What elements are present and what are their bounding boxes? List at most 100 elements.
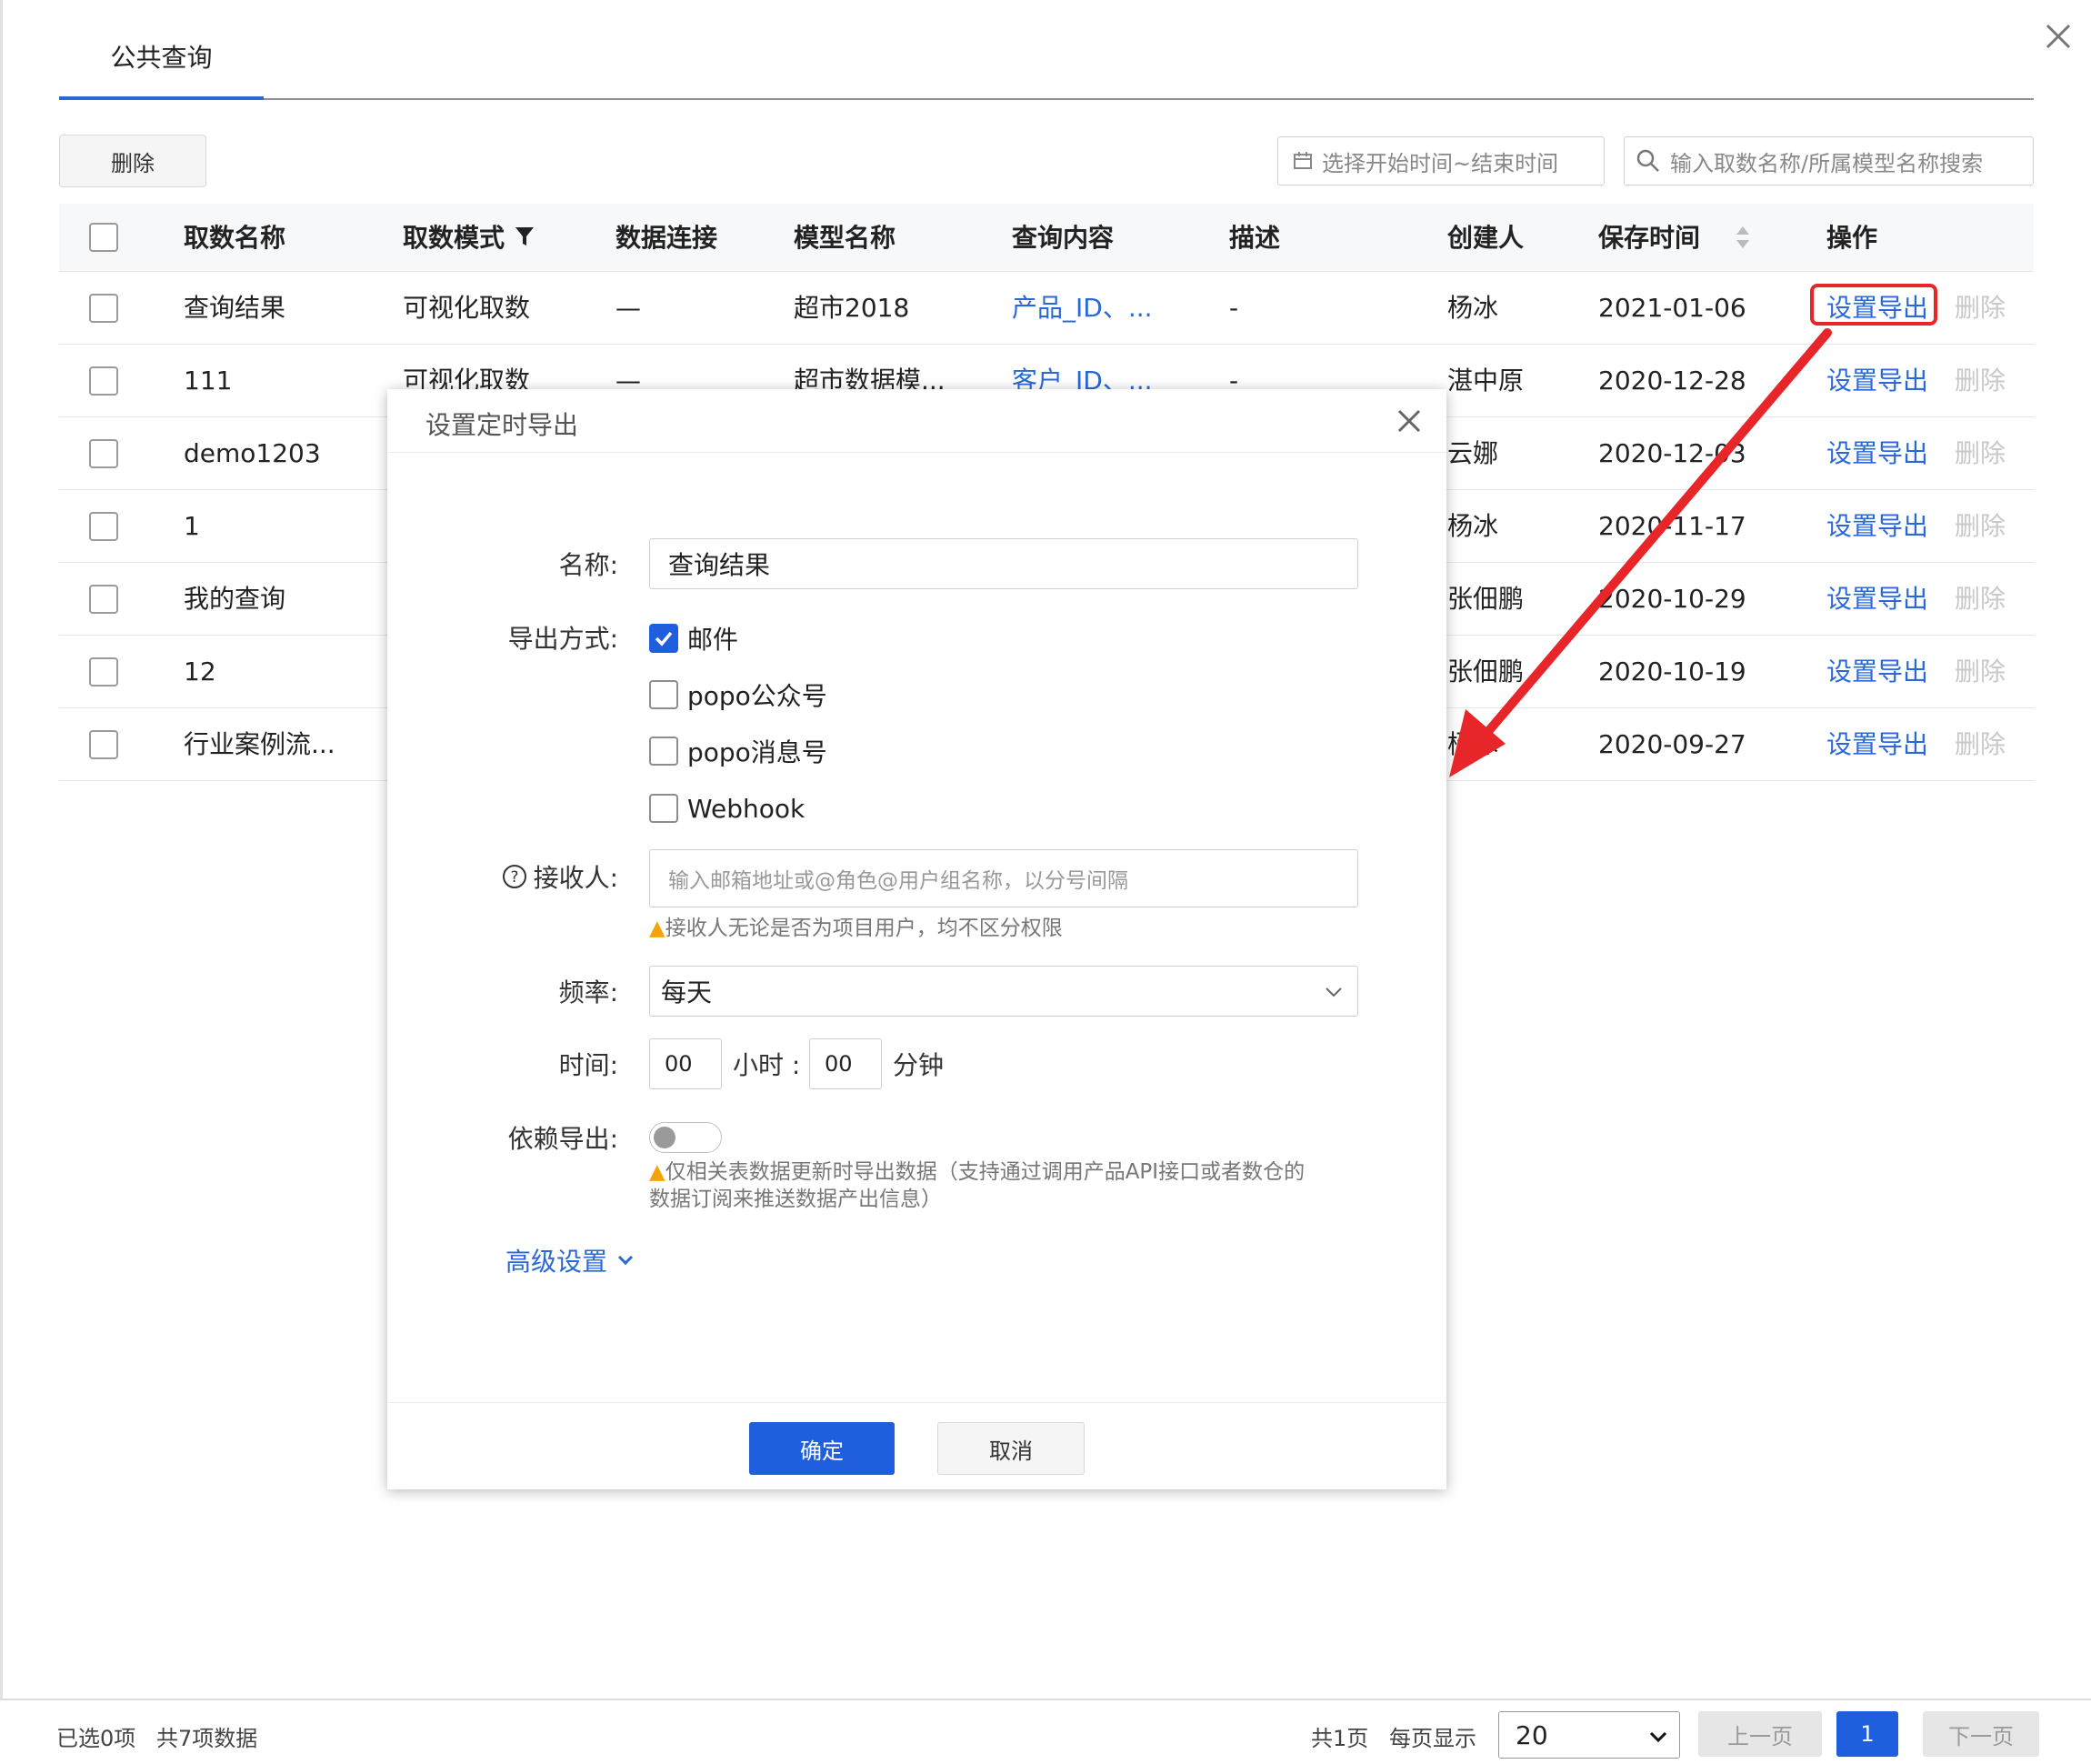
cell-creator: 张佃鹏: [1447, 584, 1525, 614]
row-delete-link[interactable]: 删除: [1955, 417, 2006, 490]
filter-icon[interactable]: [514, 224, 535, 249]
row-checkbox[interactable]: [89, 439, 118, 468]
popo-public-checkbox[interactable]: [649, 680, 678, 709]
set-export-link[interactable]: 设置导出: [1826, 490, 1928, 563]
method-email-option[interactable]: 邮件: [649, 620, 738, 656]
name-input-value: 查询结果: [668, 550, 771, 580]
dialog-footer: 确定 取消: [387, 1402, 1446, 1489]
row-checkbox[interactable]: [89, 657, 118, 687]
table-row: 查询结果 可视化取数 — 超市2018 产品_ID、... - 杨冰 2021-…: [59, 272, 2034, 345]
table-header: 取数名称 取数模式 数据连接 模型名称 查询内容 描述 创建人 保存时间 操作: [59, 204, 2034, 272]
recipient-label: 接收人:: [533, 863, 618, 893]
header-connection: 数据连接: [615, 223, 718, 253]
header-saved[interactable]: 保存时间: [1598, 204, 1753, 272]
cell-mode: 可视化取数: [403, 293, 531, 323]
toggle-knob: [654, 1127, 675, 1148]
batch-delete-button[interactable]: 删除: [59, 135, 206, 187]
method-popo-message-option[interactable]: popo消息号: [649, 733, 827, 769]
cell-creator: 张佃鹏: [1447, 656, 1525, 687]
frequency-select[interactable]: 每天: [649, 966, 1358, 1017]
row-delete-link[interactable]: 删除: [1955, 563, 2006, 636]
row-delete-link[interactable]: 删除: [1955, 636, 2006, 708]
prev-page-button[interactable]: 上一页: [1698, 1711, 1822, 1757]
email-checkbox[interactable]: [649, 624, 678, 653]
webhook-checkbox[interactable]: [649, 794, 678, 823]
header-ops: 操作: [1826, 223, 1878, 253]
cell-name: 111: [184, 366, 233, 396]
row-checkbox[interactable]: [89, 730, 118, 759]
hour-input[interactable]: 00: [649, 1038, 722, 1089]
row-delete-link[interactable]: 删除: [1955, 708, 2006, 781]
depend-label: 依赖导出:: [507, 1124, 618, 1154]
cell-name: 行业案例流...: [184, 729, 335, 759]
select-all-checkbox[interactable]: [89, 223, 118, 252]
row-checkbox[interactable]: [89, 512, 118, 541]
set-export-link[interactable]: 设置导出: [1826, 636, 1928, 708]
recipient-input[interactable]: 输入邮箱地址或@角色@用户组名称，以分号间隔: [649, 849, 1358, 907]
header-query: 查询内容: [1012, 223, 1115, 253]
search-icon: [1636, 149, 1659, 172]
set-export-link[interactable]: 设置导出: [1826, 345, 1928, 417]
header-saved-label: 保存时间: [1598, 223, 1701, 253]
cell-query-link[interactable]: 产品_ID、...: [1012, 272, 1153, 345]
sort-icon[interactable]: [1733, 223, 1753, 252]
name-label: 名称:: [558, 550, 618, 580]
row-delete-link[interactable]: 删除: [1955, 272, 2006, 345]
tab-active-indicator: [59, 96, 264, 100]
page-close-icon[interactable]: [2035, 13, 2082, 60]
total-count: 共7项数据: [156, 1726, 258, 1751]
cell-name: 1: [184, 511, 200, 541]
date-range-picker[interactable]: 选择开始时间~结束时间: [1277, 136, 1605, 185]
chevron-down-icon: [617, 1255, 634, 1266]
cancel-button[interactable]: 取消: [937, 1422, 1085, 1475]
depend-export-toggle[interactable]: [649, 1122, 722, 1153]
cell-saved: 2020-09-27: [1598, 729, 1746, 759]
name-input[interactable]: 查询结果: [649, 538, 1358, 589]
email-option-label: 邮件: [687, 625, 739, 655]
search-placeholder: 输入取数名称/所属模型名称搜索: [1670, 150, 1984, 176]
row-checkbox[interactable]: [89, 294, 118, 323]
next-page-button[interactable]: 下一页: [1923, 1711, 2039, 1757]
page-size-select[interactable]: 20: [1498, 1711, 1680, 1759]
tab-public-query[interactable]: 公共查询: [59, 38, 264, 75]
method-webhook-option[interactable]: Webhook: [649, 790, 805, 827]
current-page-button[interactable]: 1: [1836, 1711, 1898, 1757]
set-export-link[interactable]: 设置导出: [1826, 417, 1928, 490]
search-input[interactable]: 输入取数名称/所属模型名称搜索: [1624, 136, 2034, 185]
set-export-link[interactable]: 设置导出: [1826, 708, 1928, 781]
header-mode-label: 取数模式: [403, 223, 505, 253]
window-left-edge: [0, 0, 3, 1764]
row-checkbox[interactable]: [89, 366, 118, 396]
help-icon[interactable]: ?: [501, 863, 528, 890]
header-mode[interactable]: 取数模式: [403, 204, 535, 272]
cell-connection: —: [615, 293, 641, 323]
pagination-bar: 已选0项 共7项数据 共1页 每页显示 20 上一页 1 下一页: [0, 1699, 2091, 1764]
row-delete-link[interactable]: 删除: [1955, 490, 2006, 563]
header-name: 取数名称: [184, 223, 286, 253]
depend-hint-line2: 数据订阅来推送数据产出信息）: [649, 1188, 942, 1211]
minute-input[interactable]: 00: [809, 1038, 882, 1089]
total-pages: 共1页: [1311, 1726, 1369, 1751]
time-label: 时间:: [558, 1050, 618, 1080]
depend-hint: ▲仅相关表数据更新时导出数据（支持通过调用产品API接口或者数仓的 数据订阅来推…: [649, 1158, 1305, 1213]
cell-name: 我的查询: [184, 584, 286, 614]
method-popo-public-option[interactable]: popo公众号: [649, 677, 827, 713]
popo-message-checkbox[interactable]: [649, 737, 678, 766]
cell-name: 12: [184, 656, 216, 687]
advanced-settings-toggle[interactable]: 高级设置: [505, 1242, 636, 1278]
cell-name: 查询结果: [184, 293, 286, 323]
svg-text:?: ?: [510, 868, 518, 887]
cell-saved: 2020-10-29: [1598, 584, 1746, 614]
row-checkbox[interactable]: [89, 585, 118, 614]
cell-creator: 杨冰: [1447, 511, 1499, 541]
set-export-link[interactable]: 设置导出: [1826, 563, 1928, 636]
recipient-hint: ▲接收人无论是否为项目用户，均不区分权限: [649, 915, 1063, 942]
scheduled-export-dialog: 设置定时导出 名称: 导出方式: ? 接收人: 频率: 时间: 依赖导出: 查询…: [387, 389, 1446, 1489]
date-range-placeholder: 选择开始时间~结束时间: [1322, 150, 1559, 176]
hour-unit: 小时 :: [733, 1050, 801, 1080]
cell-creator: 杨冰: [1447, 729, 1499, 759]
confirm-button[interactable]: 确定: [749, 1422, 895, 1475]
dialog-close-icon[interactable]: [1390, 402, 1428, 440]
page-size-value: 20: [1516, 1719, 1548, 1750]
row-delete-link[interactable]: 删除: [1955, 345, 2006, 417]
